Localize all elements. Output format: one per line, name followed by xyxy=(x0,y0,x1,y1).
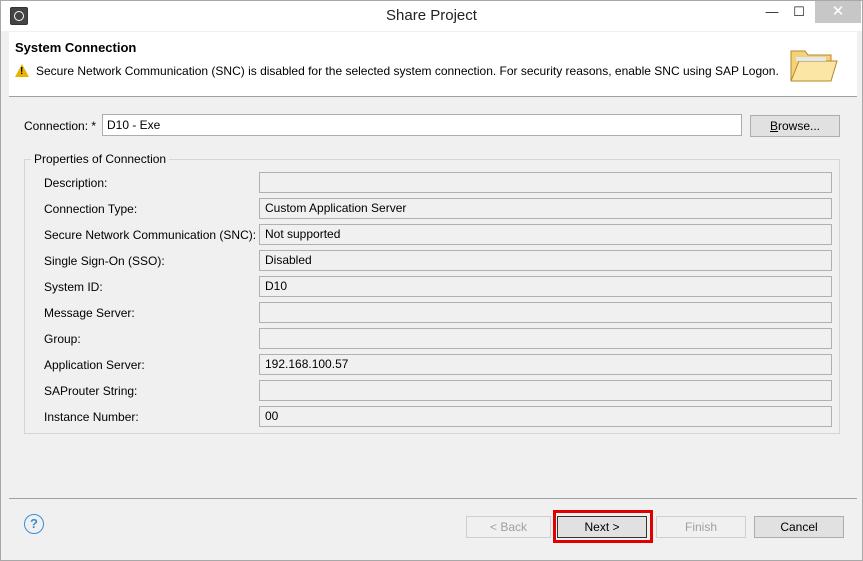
sso-field: Disabled xyxy=(259,250,832,271)
saprouter-string-label: SAProuter String: xyxy=(44,384,138,398)
sso-label: Single Sign-On (SSO): xyxy=(44,254,165,268)
next-button-highlight xyxy=(553,510,653,543)
description-label: Description: xyxy=(44,176,108,190)
footer-separator xyxy=(9,498,857,499)
system-id-field: D10 xyxy=(259,276,832,297)
browse-button[interactable]: Browse... xyxy=(750,115,840,137)
snc-field: Not supported xyxy=(259,224,832,245)
instance-number-field: 00 xyxy=(259,406,832,427)
title-bar: Share Project — ☐ ✕ xyxy=(1,1,862,31)
properties-group-title: Properties of Connection xyxy=(31,152,170,166)
share-project-dialog: Share Project — ☐ ✕ System Connection ! … xyxy=(0,0,863,561)
message-server-label: Message Server: xyxy=(44,306,135,320)
page-title: System Connection xyxy=(15,40,137,55)
back-button[interactable]: < Back xyxy=(466,516,551,538)
warning-icon: ! xyxy=(15,64,29,77)
close-button[interactable]: ✕ xyxy=(815,1,861,23)
finish-button[interactable]: Finish xyxy=(656,516,746,538)
connection-label: Connection: * xyxy=(24,119,97,133)
application-server-field: 192.168.100.57 xyxy=(259,354,832,375)
connection-input[interactable]: D10 - Exe xyxy=(102,114,742,136)
connection-type-label: Connection Type: xyxy=(44,202,138,216)
description-field xyxy=(259,172,832,193)
saprouter-string-field xyxy=(259,380,832,401)
connection-type-field: Custom Application Server xyxy=(259,198,832,219)
open-folder-icon xyxy=(790,50,838,82)
window-title: Share Project xyxy=(386,7,477,24)
maximize-button[interactable]: ☐ xyxy=(785,1,813,23)
browse-button-label: rowse... xyxy=(778,119,821,133)
wizard-header: System Connection ! Secure Network Commu… xyxy=(9,32,857,97)
help-icon[interactable]: ? xyxy=(24,514,44,534)
minimize-button[interactable]: — xyxy=(757,1,787,23)
group-label: Group: xyxy=(44,332,81,346)
message-server-field xyxy=(259,302,832,323)
warning-message: Secure Network Communication (SNC) is di… xyxy=(36,64,779,78)
group-field xyxy=(259,328,832,349)
cancel-button[interactable]: Cancel xyxy=(754,516,844,538)
snc-label: Secure Network Communication (SNC): xyxy=(44,228,257,242)
instance-number-label: Instance Number: xyxy=(44,410,139,424)
system-id-label: System ID: xyxy=(44,280,103,294)
application-server-label: Application Server: xyxy=(44,358,145,372)
